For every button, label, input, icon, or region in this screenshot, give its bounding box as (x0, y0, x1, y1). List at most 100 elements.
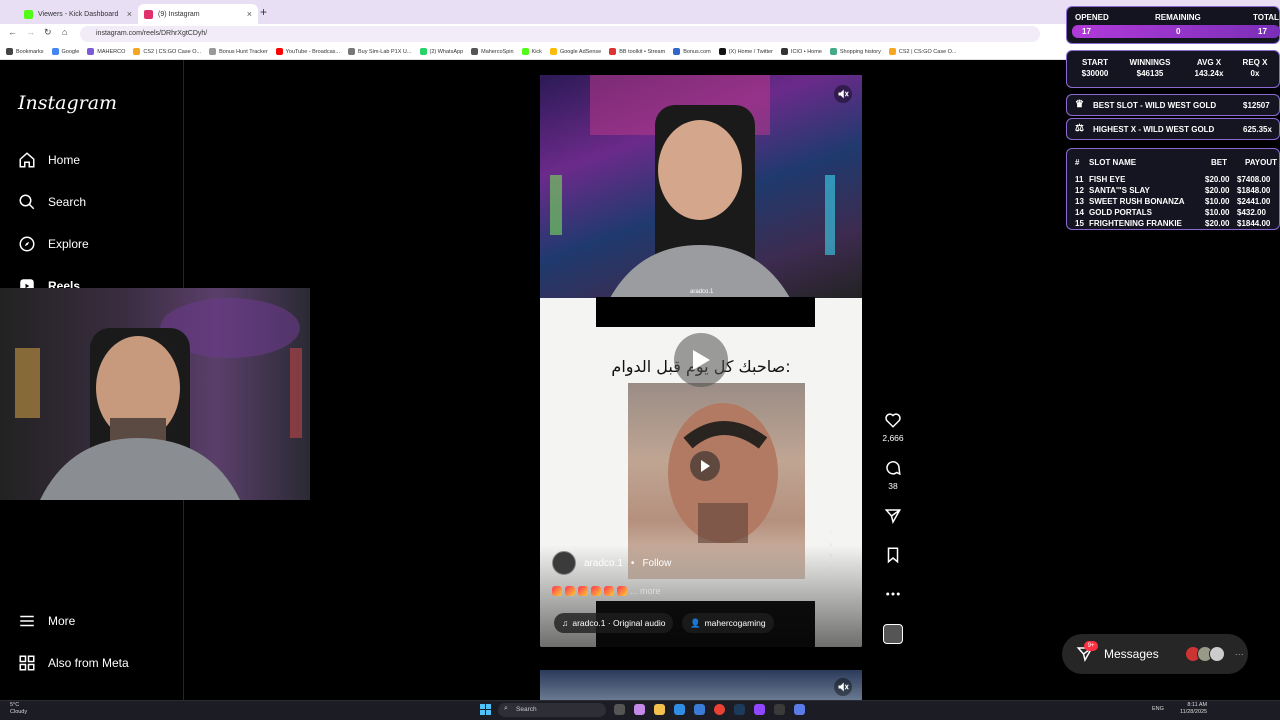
close-tab-icon[interactable]: × (247, 9, 252, 19)
caption-more-link[interactable]: ... more (630, 586, 661, 596)
bookmark-item[interactable]: (X) Home / Twitter (718, 48, 773, 55)
bookmark-item[interactable]: YouTube - Broadcas... (275, 48, 340, 55)
opened-value: 17 (1082, 27, 1091, 36)
start-stat: START $30000 (1075, 57, 1115, 79)
nav-also-from-meta[interactable]: Also from Meta (18, 654, 129, 672)
language-indicator[interactable]: ENG (1152, 706, 1164, 712)
browser-tab-kick[interactable]: Viewers - Kick Dashboard × (18, 4, 138, 24)
task-view-icon[interactable] (614, 704, 625, 715)
music-note-icon: ♫ (562, 618, 569, 628)
nav-label: Also from Meta (48, 656, 129, 670)
comment-action[interactable]: 38 (882, 459, 904, 491)
bookmark-item[interactable]: Bookmarks (6, 48, 44, 55)
weather-widget[interactable]: 5°C Cloudy (10, 702, 27, 716)
app-icon[interactable] (754, 704, 765, 715)
new-tab-icon[interactable]: + (260, 5, 267, 19)
browser-tab-instagram[interactable]: (9) Instagram × (138, 4, 258, 24)
remaining-label: REMAINING (1155, 13, 1201, 22)
original-audio-pill[interactable]: ♫ aradco.1 · Original audio (554, 613, 674, 633)
share-action[interactable] (882, 507, 904, 525)
bookmark-label: Shopping history (839, 48, 881, 55)
app-icon[interactable] (694, 704, 705, 715)
app-icon[interactable] (794, 704, 805, 715)
clock-time: 8:11 AM (1187, 702, 1208, 708)
emoji-icon (578, 586, 588, 596)
cell-num: 13 (1075, 197, 1084, 206)
next-reel-post[interactable] (540, 670, 862, 700)
system-clock[interactable]: 8:11 AM 11/28/2025 (1180, 702, 1207, 716)
close-tab-icon[interactable]: × (127, 9, 132, 19)
audio-thumbnail[interactable] (883, 624, 903, 644)
cell-name: FISH EYE (1089, 175, 1126, 184)
bookmark-item[interactable]: Shopping history (829, 48, 881, 55)
bookmark-item[interactable]: (2) WhatsApp (419, 48, 463, 55)
hunt-stats-panel: START $30000 WINNINGS $46135 AVG X 143.24x … (1066, 50, 1280, 88)
reload-icon[interactable]: ↻ (44, 27, 52, 38)
emoji-icon (604, 586, 614, 596)
like-action[interactable]: 2,666 (882, 411, 904, 443)
bookmark-item[interactable]: Kick (521, 48, 542, 55)
explore-icon (19, 236, 35, 252)
more-action[interactable] (882, 585, 904, 603)
bookmark-item[interactable]: Google (51, 48, 80, 55)
bookmark-item[interactable]: BB toolkit • Stream (609, 48, 665, 55)
tab-title: (9) Instagram (158, 10, 200, 18)
messages-button[interactable]: Messages ··· (1062, 634, 1248, 674)
bookmark-label: Kick (531, 48, 542, 55)
avatar (1208, 646, 1225, 662)
more-icon: ⋯ (828, 577, 834, 582)
reel-post[interactable]: aradco.1 صاحبك كل يوم قبل الدوام: aradco… (540, 75, 862, 647)
nav-search[interactable]: Search (18, 193, 86, 211)
bookmark-item[interactable]: Bonus.com (673, 48, 711, 55)
bookmark-item[interactable]: CS2 | CS:GO Case O... (133, 48, 201, 55)
cell-num: 11 (1075, 175, 1084, 184)
bookmark-label: Google (61, 48, 80, 55)
bookmark-item[interactable]: CS2 | CS:GO Case O... (888, 48, 957, 55)
save-action[interactable] (882, 546, 904, 564)
bookmark-item[interactable]: Google AdSense (549, 48, 601, 55)
bookmark-label: CS2 | CS:GO Case O... (143, 48, 202, 55)
author-avatar[interactable] (552, 551, 576, 575)
messages-label: Messages (1104, 647, 1159, 661)
author-name[interactable]: aradco.1 (584, 558, 623, 569)
bookmark-item[interactable]: Buy Sim-Lab P1X U... (348, 48, 412, 55)
mute-icon[interactable] (834, 85, 852, 103)
edge-icon[interactable] (674, 704, 685, 715)
chrome-icon[interactable] (714, 704, 725, 715)
tagged-user-pill[interactable]: 👤 mahercogaming (682, 613, 774, 633)
cell-payout: $7408.00 (1237, 175, 1271, 184)
nav-more[interactable]: More (18, 612, 75, 630)
home-browser-icon[interactable]: ⌂ (62, 27, 67, 37)
embedded-play-button[interactable] (690, 451, 720, 481)
bookmark-item[interactable]: MAHERCO (87, 48, 125, 55)
instagram-logo[interactable]: Instagram (18, 92, 117, 114)
nav-explore[interactable]: Explore (18, 235, 89, 253)
col-num: # (1075, 158, 1080, 167)
bookmark-item[interactable]: Bonus Hunt Tracker (209, 48, 268, 55)
forward-icon[interactable]: → (26, 27, 35, 37)
table-row: 14 GOLD PORTALS $10.00 $432.00 (1067, 208, 1280, 219)
play-button[interactable] (674, 333, 728, 387)
steam-icon[interactable] (734, 704, 745, 715)
obs-icon[interactable] (774, 704, 785, 715)
windows-start-icon[interactable] (480, 704, 491, 715)
bookmark-favicon-icon (549, 48, 557, 55)
bookmark-item[interactable]: MahercoSpin (471, 48, 514, 55)
reel-video-frame[interactable]: aradco.1 (540, 75, 862, 298)
nav-home[interactable]: Home (18, 151, 80, 169)
bookmark-item[interactable]: ICIO • Home (780, 48, 822, 55)
bookmark-label: BB toolkit • Stream (619, 48, 666, 55)
best-slot-value: $12507 (1243, 101, 1270, 110)
reel-caption-preview[interactable]: ... more (552, 586, 661, 596)
taskbar-search[interactable]: ⌕ Search (498, 703, 606, 717)
follow-button[interactable]: Follow (642, 558, 671, 569)
webcam-feed (0, 288, 310, 500)
table-row: 13 SWEET RUSH BONANZA $10.00 $2441.00 (1067, 197, 1280, 208)
scale-icon: ⚖ (1075, 123, 1084, 134)
file-explorer-icon[interactable] (654, 704, 665, 715)
back-icon[interactable]: ← (8, 27, 17, 37)
url-input[interactable]: instagram.com/reels/DRhrXgtCDyh/ (80, 26, 1040, 42)
app-icon[interactable] (634, 704, 645, 715)
like-count: 2,666 (882, 433, 904, 443)
mute-icon[interactable] (834, 678, 852, 696)
